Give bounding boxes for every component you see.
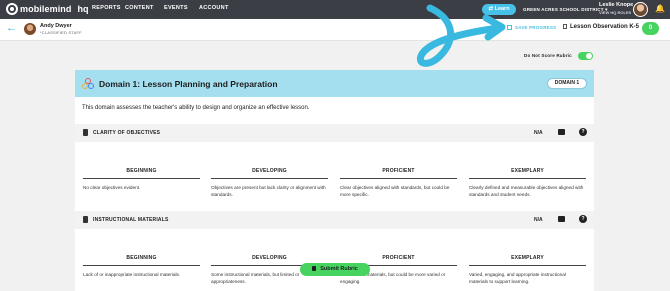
section-title: CLARITY OF OBJECTIVES <box>93 130 161 136</box>
level-description: No clear objectives evident. <box>83 185 141 190</box>
app-root: mobilemind hq REPORTS CONTENT EVENTS ACC… <box>0 0 670 291</box>
section-header-clarity[interactable]: CLARITY OF OBJECTIVES N/A ? <box>75 124 594 142</box>
nav-item-content[interactable]: CONTENT <box>125 5 154 11</box>
level-label: BEGINNING <box>83 255 200 266</box>
na-option[interactable]: N/A <box>534 217 543 223</box>
do-not-score-label: Do Not Score Rubric <box>524 53 572 58</box>
level-description: Lack of or inappropriate instructional m… <box>83 272 181 277</box>
level-label: DEVELOPING <box>211 168 328 179</box>
level-description: Objectives are present but lack clarity … <box>211 185 326 197</box>
back-arrow-icon[interactable]: ← <box>6 23 17 34</box>
submit-rubric-button[interactable]: Submit Rubric <box>300 263 370 276</box>
level-description: Clearly defined and measurable objective… <box>469 185 584 197</box>
domain-badge: DOMAIN 1 <box>547 78 587 89</box>
comment-icon[interactable] <box>558 129 565 135</box>
district-selector[interactable]: GREEN ACRES SCHOOL DISTRICT ▾ <box>523 7 608 13</box>
save-progress-button[interactable]: SAVE PROGRESS <box>507 25 556 30</box>
logo-hq-text: hq <box>77 4 89 14</box>
section-title: INSTRUCTIONAL MATERIALS <box>93 217 169 223</box>
level-developing[interactable]: DEVELOPING Objectives are present but la… <box>211 168 328 198</box>
submit-rubric-label: Submit Rubric <box>320 266 358 272</box>
level-beginning[interactable]: BEGINNING Lack of or inappropriate instr… <box>83 255 200 278</box>
domain-header: Domain 1: Lesson Planning and Preparatio… <box>75 70 594 97</box>
level-exemplary[interactable]: EXEMPLARY Clearly defined and measurable… <box>469 168 586 198</box>
domain-title: Domain 1: Lesson Planning and Preparatio… <box>99 79 278 89</box>
nav-item-reports[interactable]: REPORTS <box>92 5 121 11</box>
level-proficient[interactable]: PROFICIENT Clear objectives aligned with… <box>340 168 457 198</box>
teacher-avatar <box>24 23 36 35</box>
level-label: EXEMPLARY <box>469 168 586 179</box>
user-name: Leslie Knope <box>599 2 634 8</box>
level-description: Varied, engaging, and appropriate instru… <box>469 272 566 284</box>
document-icon <box>563 24 567 29</box>
help-icon[interactable]: ? <box>579 128 587 136</box>
view-hq-roles-link[interactable]: VIEW HQ ROLES <box>599 10 631 15</box>
user-avatar[interactable] <box>633 2 648 17</box>
do-not-score-toggle[interactable] <box>578 52 593 60</box>
observation-title-text: Lesson Observation K-5 <box>570 24 640 30</box>
na-option[interactable]: N/A <box>534 130 543 136</box>
top-navigation-bar: mobilemind hq REPORTS CONTENT EVENTS ACC… <box>0 0 670 19</box>
level-exemplary[interactable]: EXEMPLARY Varied, engaging, and appropri… <box>469 255 586 285</box>
annotation-arrow-icon <box>417 4 506 67</box>
domain-circles-icon <box>82 78 95 90</box>
clipboard-icon <box>83 216 88 223</box>
level-description: Clear objectives aligned with standards,… <box>340 185 450 197</box>
comment-icon[interactable] <box>558 216 565 222</box>
observation-title: Lesson Observation K-5 <box>563 24 639 30</box>
bell-icon[interactable]: 🔔 <box>655 5 665 13</box>
help-icon[interactable]: ? <box>579 215 587 223</box>
score-badge: 0 <box>642 22 659 35</box>
domain-description: This domain assesses the teacher's abili… <box>82 105 310 111</box>
teacher-role: *CLASSIFIED STAFF <box>40 30 82 35</box>
observation-header: ← Andy Dwyer *CLASSIFIED STAFF SAVE PROG… <box>0 19 670 41</box>
level-label: BEGINNING <box>83 168 200 179</box>
mobilemind-logo[interactable]: mobilemind hq <box>6 3 89 15</box>
save-progress-label: SAVE PROGRESS <box>515 25 557 30</box>
level-label: EXEMPLARY <box>469 255 586 266</box>
domain-card: Domain 1: Lesson Planning and Preparatio… <box>75 70 594 291</box>
clipboard-icon <box>83 129 88 136</box>
logo-text: mobilemind <box>20 4 72 14</box>
logo-mark-icon <box>6 3 18 15</box>
toggle-knob <box>586 53 592 59</box>
teacher-name: Andy Dwyer <box>40 23 72 29</box>
section-header-materials[interactable]: INSTRUCTIONAL MATERIALS N/A ? <box>75 211 594 229</box>
submit-icon <box>312 266 317 271</box>
nav-item-account[interactable]: ACCOUNT <box>199 5 229 11</box>
level-label: PROFICIENT <box>340 168 457 179</box>
level-beginning[interactable]: BEGINNING No clear objectives evident. <box>83 168 200 191</box>
nav-item-events[interactable]: EVENTS <box>164 5 188 11</box>
district-name: GREEN ACRES SCHOOL DISTRICT <box>523 7 604 12</box>
